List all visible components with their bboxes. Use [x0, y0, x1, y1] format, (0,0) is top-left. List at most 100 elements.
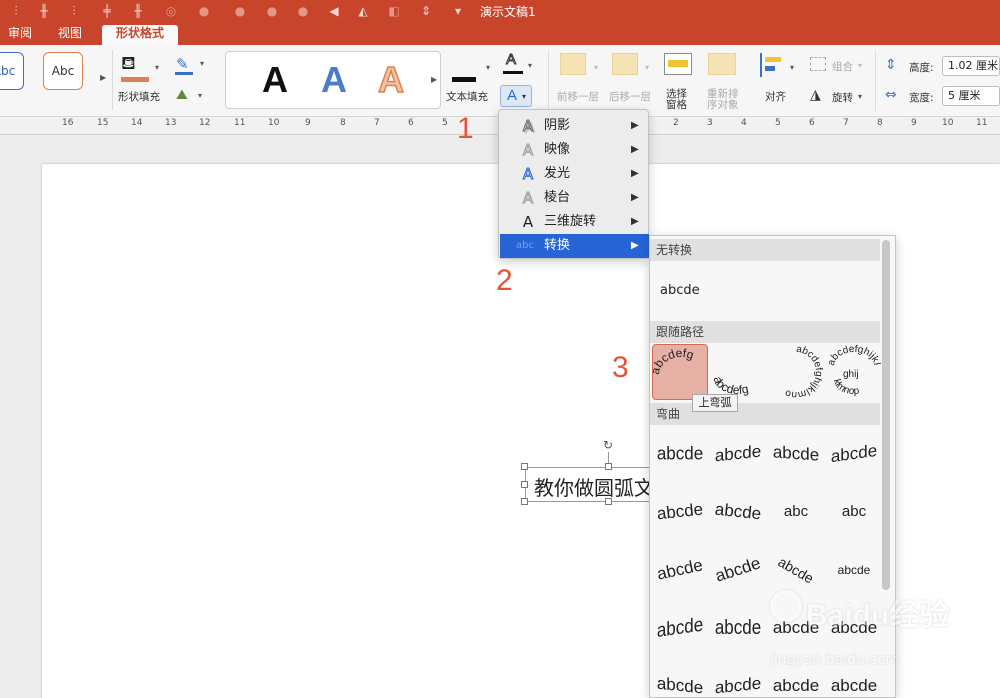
warp-option[interactable]: abc: [826, 484, 882, 540]
tab-shape-format[interactable]: 形状格式: [102, 25, 178, 45]
menu-item-transform[interactable]: abc 转换 ▶: [500, 234, 649, 258]
align-middle-icon[interactable]: ╫: [130, 3, 146, 19]
fill-color-swatch: [121, 77, 149, 82]
bring-to-front-icon[interactable]: ◧: [386, 3, 402, 19]
ribbon-tabs: 审阅 视图 形状格式: [0, 22, 1000, 45]
rotate-handle-icon[interactable]: ↻: [603, 438, 613, 452]
warp-option[interactable]: abcde: [652, 423, 708, 485]
wordart-orange-outline[interactable]: A: [377, 58, 405, 102]
resize-handle[interactable]: [521, 463, 528, 470]
text-outline-dropdown-chevron-icon[interactable]: ▾: [528, 61, 532, 70]
align-left-icon[interactable]: ⫶: [8, 3, 24, 19]
warp-option[interactable]: abcde: [710, 423, 766, 485]
shape-subtract-icon[interactable]: ●: [295, 3, 311, 19]
menu-item-bevel[interactable]: A 棱台 ▶: [500, 186, 649, 210]
rotate-left-icon[interactable]: ◀: [326, 3, 342, 19]
submenu-arrow-icon: ▶: [631, 240, 639, 251]
flip-icon[interactable]: ◭: [355, 3, 371, 19]
warp-option[interactable]: abcde: [650, 481, 711, 543]
selected-textbox[interactable]: 教你做圆弧文: [525, 467, 660, 502]
text-effects-button[interactable]: A ▾: [500, 85, 532, 107]
shape-combine-icon[interactable]: ●: [196, 3, 212, 19]
text-effects-a-icon: A: [507, 87, 518, 104]
tab-review[interactable]: 审阅: [0, 25, 40, 45]
align-center-icon[interactable]: ╫: [36, 3, 52, 19]
distribute-icon[interactable]: ⇕: [418, 3, 434, 19]
paw-logo-icon: [770, 590, 802, 622]
textbox-text[interactable]: 教你做圆弧文: [534, 472, 661, 501]
follow-path-arch-up[interactable]: abcdefg: [650, 344, 708, 400]
paint-bucket-icon[interactable]: ⛾: [121, 53, 136, 77]
submenu-arrow-icon: ▶: [631, 216, 639, 227]
menu-item-label: 棱台: [544, 190, 571, 205]
no-transform-option[interactable]: abcde: [660, 283, 700, 298]
warp-option[interactable]: abcde: [652, 655, 708, 697]
warp-option[interactable]: abcde: [768, 424, 824, 484]
glow-a-icon: A: [522, 165, 534, 184]
arch-down-preview: abcdefg: [711, 375, 750, 397]
menu-item-label: 转换: [544, 238, 571, 253]
document-title: 演示文稿1: [480, 5, 536, 19]
shape-style-orange[interactable]: Abc: [43, 52, 83, 90]
width-input[interactable]: 5 厘米: [942, 86, 1000, 106]
text-fill-dropdown-chevron-icon[interactable]: ▾: [486, 63, 490, 72]
warp-option[interactable]: abcde: [826, 422, 882, 486]
resize-handle[interactable]: [521, 498, 528, 505]
align-label[interactable]: 对齐: [765, 89, 786, 104]
shape-style-blue[interactable]: Abc: [0, 52, 24, 90]
follow-path-circle[interactable]: abcdefghijklmno: [768, 344, 824, 400]
effects-dropdown-chevron-icon[interactable]: ▾: [198, 91, 202, 100]
qat-menu-chevron-icon[interactable]: ▾: [450, 3, 466, 19]
shape-fill-label[interactable]: 形状填充: [118, 89, 160, 104]
warp-option[interactable]: abcde: [652, 592, 708, 664]
shape-effects-icon[interactable]: ⛰: [176, 87, 188, 103]
pen-outline-icon[interactable]: ✎: [176, 55, 189, 73]
align-chevron-icon[interactable]: ▾: [790, 63, 794, 72]
rotate-label[interactable]: 旋转: [832, 90, 853, 105]
warp-option[interactable]: abc: [768, 484, 824, 540]
resize-handle[interactable]: [605, 498, 612, 505]
submenu-scrollbar[interactable]: [882, 240, 890, 590]
rotate-icon[interactable]: ◮: [810, 87, 821, 103]
wordart-blue[interactable]: A: [321, 58, 347, 102]
selection-pane-label[interactable]: 选择 窗格: [666, 89, 687, 111]
wordart-black[interactable]: A: [262, 58, 288, 102]
menu-item-3d-rotation[interactable]: A 三维旋转 ▶: [500, 210, 649, 234]
follow-path-arch-down[interactable]: abcdefg: [710, 344, 766, 400]
warp-option[interactable]: abcde: [707, 481, 769, 543]
tab-view[interactable]: 视图: [50, 25, 90, 45]
follow-path-button[interactable]: abcdefghijklmnop ghij klmnop: [822, 336, 882, 400]
menu-item-shadow[interactable]: A 阴影 ▶: [500, 114, 649, 138]
text-fill-label[interactable]: 文本填充: [446, 89, 488, 104]
resize-handle[interactable]: [605, 463, 612, 470]
svg-text:klmnop: klmnop: [831, 378, 860, 397]
shape-intersect-icon[interactable]: ●: [264, 3, 280, 19]
rotate-chevron-icon[interactable]: ▾: [858, 92, 862, 101]
step-number: 2: [496, 264, 513, 297]
menu-item-glow[interactable]: A 发光 ▶: [500, 162, 649, 186]
align-icon[interactable]: [760, 53, 784, 77]
outline-dropdown-chevron-icon[interactable]: ▾: [200, 59, 204, 68]
height-input[interactable]: 1.02 厘米: [942, 56, 1000, 76]
warp-option[interactable]: abcde: [710, 655, 766, 697]
text-outline-a-icon[interactable]: A: [505, 51, 516, 69]
selection-pane-icon[interactable]: [664, 53, 692, 75]
ruler-number: 15: [97, 118, 109, 128]
button-text-top: abcdefghijklmnop: [822, 336, 882, 367]
shape-union-icon[interactable]: ◎: [163, 3, 179, 19]
ruler-number: 10: [268, 118, 280, 128]
resize-handle[interactable]: [521, 481, 528, 488]
ruler-number: 13: [165, 118, 177, 128]
button-text-bottom: klmnop: [831, 378, 860, 397]
fill-dropdown-chevron-icon[interactable]: ▾: [155, 63, 159, 72]
text-fill-swatch: [452, 77, 476, 82]
shape-styles-more-icon[interactable]: ▶: [100, 73, 106, 82]
align-right-icon[interactable]: ⫶: [66, 3, 82, 19]
align-top-icon[interactable]: ╪: [99, 3, 115, 19]
ruler-number: 5: [775, 118, 781, 128]
shape-fragment-icon[interactable]: ●: [232, 3, 248, 19]
wordart-more-icon[interactable]: ▶: [431, 75, 437, 84]
menu-item-reflection[interactable]: A 映像 ▶: [500, 138, 649, 162]
reorder-objects-label: 重新排 序对象: [707, 89, 739, 111]
warp-option[interactable]: abcde: [710, 594, 766, 661]
